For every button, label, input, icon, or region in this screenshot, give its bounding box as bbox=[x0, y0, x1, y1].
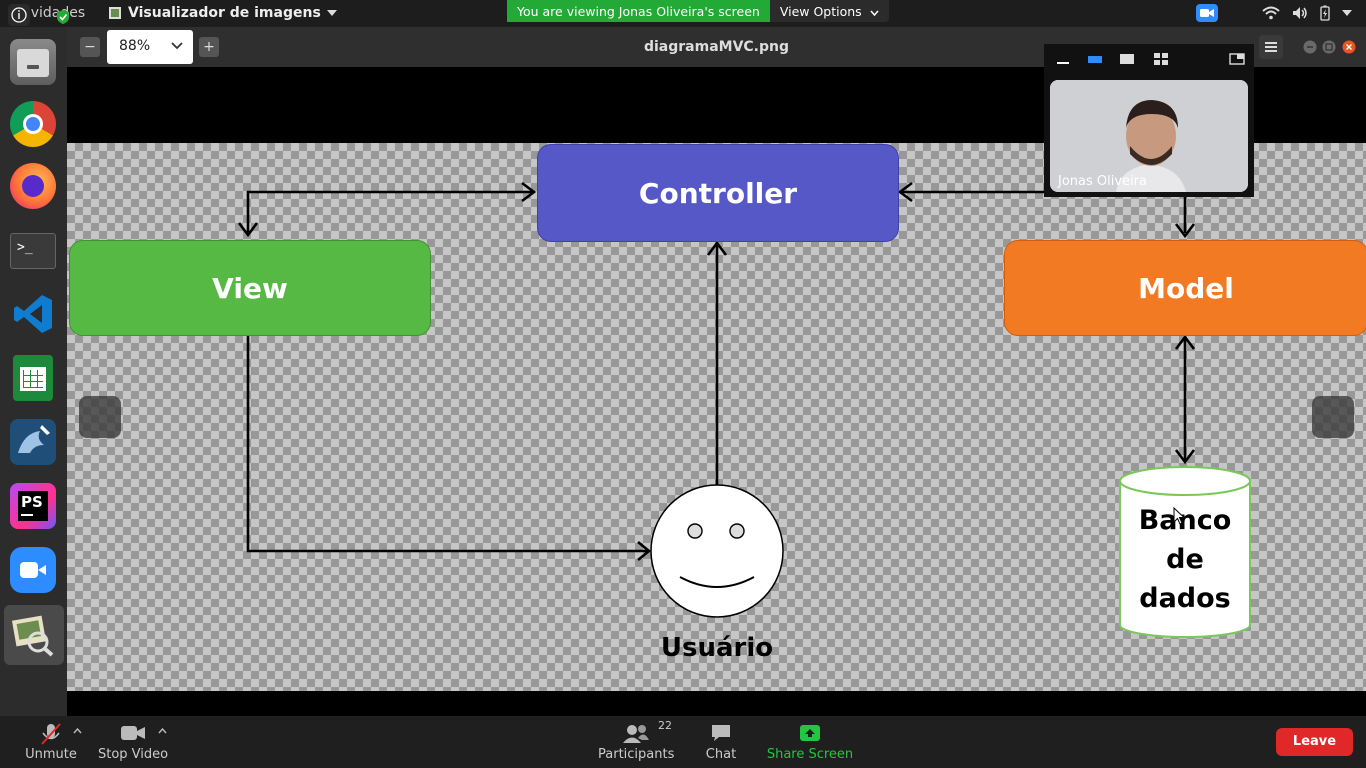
application-dock: >_ PS bbox=[0, 27, 67, 716]
chevron-down-icon bbox=[171, 42, 183, 50]
image-viewer-icon[interactable] bbox=[10, 612, 56, 658]
spreadsheet-icon[interactable] bbox=[13, 355, 53, 401]
zoom-level-select[interactable]: 88% bbox=[107, 30, 193, 64]
info-overlay[interactable] bbox=[8, 4, 30, 26]
close-window-icon[interactable] bbox=[1342, 40, 1356, 54]
mysql-workbench-icon[interactable] bbox=[10, 419, 56, 465]
single-view-icon[interactable] bbox=[1087, 52, 1103, 66]
view-box: View bbox=[69, 240, 431, 336]
chevron-down-icon bbox=[326, 10, 337, 16]
share-screen-button[interactable]: Share Screen bbox=[766, 716, 854, 768]
chat-button[interactable]: Chat bbox=[698, 716, 744, 768]
zoom-tray-icon[interactable] bbox=[1196, 4, 1218, 22]
participant-name: Jonas Oliveira bbox=[1058, 174, 1147, 189]
audio-options-chevron-icon[interactable] bbox=[73, 728, 82, 734]
share-screen-icon bbox=[800, 725, 820, 741]
next-image-button[interactable] bbox=[1312, 396, 1354, 438]
meeting-controls-bar: Unmute Stop Video 22 Participants Chat S… bbox=[0, 716, 1366, 768]
chevron-down-icon bbox=[870, 10, 879, 17]
unmute-label: Unmute bbox=[25, 747, 77, 762]
gallery-view-icon[interactable] bbox=[1153, 52, 1169, 66]
exit-fullscreen-icon[interactable] bbox=[1229, 52, 1245, 66]
stop-video-button[interactable]: Stop Video bbox=[98, 716, 169, 768]
database-label-line: de bbox=[1166, 544, 1204, 575]
leave-meeting-button[interactable]: Leave bbox=[1276, 728, 1353, 756]
microphone-muted-icon bbox=[41, 723, 61, 745]
maximize-window-icon[interactable] bbox=[1322, 40, 1336, 54]
mouse-cursor-icon bbox=[1173, 507, 1186, 525]
menu-button[interactable] bbox=[1259, 35, 1283, 59]
view-options-button[interactable]: View Options bbox=[769, 0, 889, 22]
controller-label: Controller bbox=[638, 176, 798, 210]
share-screen-label: Share Screen bbox=[766, 747, 854, 762]
battery-icon[interactable] bbox=[1320, 5, 1330, 21]
minimize-video-icon[interactable] bbox=[1056, 52, 1070, 66]
participants-count: 22 bbox=[658, 719, 672, 732]
unmute-button[interactable]: Unmute bbox=[20, 716, 82, 768]
active-speaker-view-icon[interactable] bbox=[1119, 52, 1135, 66]
participants-icon bbox=[623, 725, 649, 743]
image-viewer-small-icon bbox=[109, 7, 121, 19]
volume-icon[interactable] bbox=[1292, 6, 1308, 20]
wifi-icon[interactable] bbox=[1262, 6, 1280, 20]
view-label: View bbox=[212, 271, 288, 305]
vscode-icon[interactable] bbox=[10, 291, 56, 337]
video-options-chevron-icon[interactable] bbox=[158, 728, 167, 734]
zoom-icon[interactable] bbox=[10, 547, 56, 593]
phpstorm-icon[interactable]: PS bbox=[10, 483, 56, 529]
stop-video-label: Stop Video bbox=[98, 747, 169, 762]
controller-box: Controller bbox=[537, 144, 899, 242]
participant-video-feed[interactable]: Jonas Oliveira bbox=[1050, 80, 1248, 192]
app-menu[interactable]: Visualizador de imagens bbox=[108, 5, 337, 21]
chrome-icon[interactable] bbox=[10, 101, 56, 147]
model-label: Model bbox=[1138, 271, 1234, 305]
viewing-screen-label: You are viewing Jonas Oliveira's screen bbox=[507, 0, 770, 22]
video-panel-controls bbox=[1044, 44, 1254, 74]
user-label: Usuário bbox=[660, 633, 774, 663]
video-camera-icon bbox=[121, 726, 145, 740]
system-tray[interactable] bbox=[1196, 4, 1352, 22]
screen-share-banner: You are viewing Jonas Oliveira's screen … bbox=[507, 0, 889, 22]
chat-label: Chat bbox=[705, 747, 737, 762]
previous-image-button[interactable] bbox=[79, 396, 121, 438]
info-icon bbox=[11, 7, 27, 23]
model-box: Model bbox=[1004, 240, 1366, 336]
app-menu-label: Visualizador de imagens bbox=[128, 5, 321, 21]
shield-check-icon bbox=[57, 10, 69, 24]
participants-button[interactable]: 22 Participants bbox=[598, 716, 674, 768]
view-options-label: View Options bbox=[779, 4, 862, 19]
user-face bbox=[650, 484, 784, 618]
files-icon[interactable] bbox=[10, 39, 56, 85]
chat-bubble-icon bbox=[712, 725, 730, 741]
hamburger-icon bbox=[1265, 42, 1277, 52]
minimize-window-icon[interactable] bbox=[1303, 40, 1317, 54]
database-label-line: dados bbox=[1139, 583, 1231, 614]
participants-label: Participants bbox=[598, 747, 675, 762]
zoom-level-value: 88% bbox=[119, 38, 151, 54]
video-thumbnail-panel: Jonas Oliveira bbox=[1044, 44, 1254, 197]
terminal-icon[interactable]: >_ bbox=[10, 233, 56, 269]
system-menu-chevron-icon[interactable] bbox=[1342, 10, 1352, 16]
firefox-icon[interactable] bbox=[10, 163, 56, 209]
